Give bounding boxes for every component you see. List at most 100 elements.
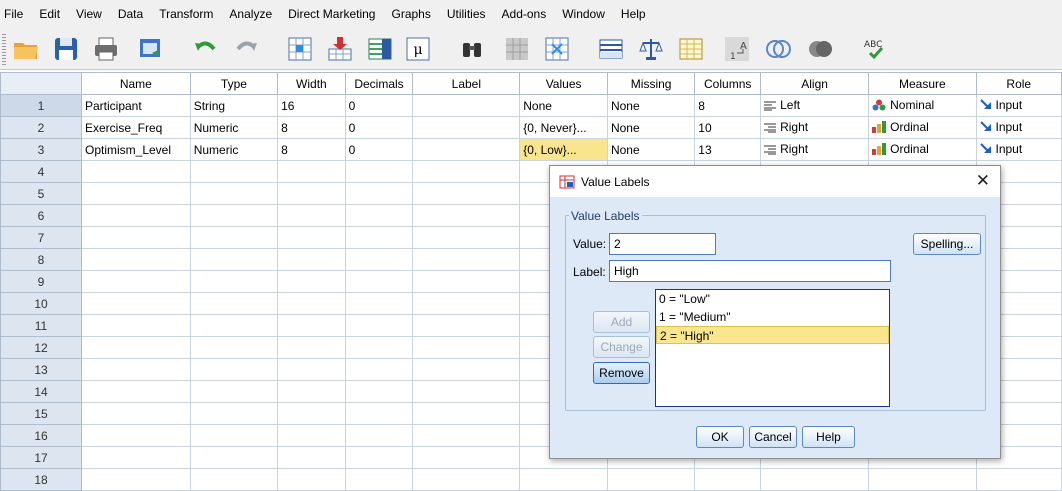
menu-direct-marketing[interactable]: Direct Marketing: [288, 7, 375, 21]
empty-cell[interactable]: [277, 226, 346, 249]
descriptive-stats-icon[interactable]: μ: [404, 35, 432, 63]
cell-values[interactable]: None: [519, 94, 608, 117]
empty-cell[interactable]: [80, 358, 191, 381]
list-item[interactable]: 1 = "Medium": [656, 308, 889, 326]
empty-cell[interactable]: [344, 248, 414, 271]
column-header-role[interactable]: Role: [975, 72, 1062, 95]
undo-icon[interactable]: [192, 35, 220, 63]
spelling-button[interactable]: Spelling...: [913, 233, 981, 255]
empty-cell[interactable]: [412, 226, 521, 249]
empty-cell[interactable]: [277, 424, 346, 447]
empty-cell[interactable]: [412, 160, 521, 183]
column-header-decimals[interactable]: Decimals: [344, 72, 414, 95]
empty-cell[interactable]: [80, 380, 191, 403]
column-header-label[interactable]: Label: [412, 72, 521, 95]
empty-cell[interactable]: [80, 292, 191, 315]
cell-decimals[interactable]: 0: [344, 138, 414, 161]
empty-cell[interactable]: [80, 336, 191, 359]
spelling-icon[interactable]: ABC: [862, 35, 890, 63]
row-number[interactable]: 10: [0, 292, 82, 315]
empty-cell[interactable]: [344, 204, 414, 227]
cell-width[interactable]: 16: [277, 94, 346, 117]
goto-case-icon[interactable]: [286, 35, 314, 63]
grid-corner[interactable]: [0, 72, 82, 95]
empty-cell[interactable]: [189, 446, 279, 469]
empty-cell[interactable]: [344, 270, 414, 293]
find-icon[interactable]: [458, 35, 486, 63]
split-file-icon[interactable]: [597, 35, 625, 63]
empty-cell[interactable]: [344, 314, 414, 337]
empty-cell[interactable]: [80, 226, 191, 249]
column-header-measure[interactable]: Measure: [868, 72, 977, 95]
value-labels-icon[interactable]: A1: [723, 35, 751, 63]
row-number[interactable]: 17: [0, 446, 82, 469]
menu-view[interactable]: View: [76, 7, 102, 21]
empty-cell[interactable]: [412, 424, 521, 447]
empty-cell[interactable]: [189, 380, 279, 403]
empty-cell[interactable]: [344, 358, 414, 381]
insert-cases-icon[interactable]: [503, 35, 531, 63]
empty-cell[interactable]: [412, 292, 521, 315]
empty-cell[interactable]: [412, 446, 521, 469]
empty-cell[interactable]: [80, 270, 191, 293]
empty-cell[interactable]: [975, 468, 1062, 491]
cell-align[interactable]: Right: [760, 116, 870, 139]
cell-values-selected[interactable]: {0, Low}...: [519, 138, 608, 161]
empty-cell[interactable]: [344, 336, 414, 359]
menu-file[interactable]: File: [4, 7, 23, 21]
empty-cell[interactable]: [80, 468, 191, 491]
cell-type[interactable]: String: [189, 94, 279, 117]
empty-cell[interactable]: [189, 314, 279, 337]
cell-columns[interactable]: 8: [694, 94, 762, 117]
menu-transform[interactable]: Transform: [159, 7, 213, 21]
empty-cell[interactable]: [277, 204, 346, 227]
empty-cell[interactable]: [412, 380, 521, 403]
column-header-missing[interactable]: Missing: [606, 72, 696, 95]
cell-measure[interactable]: Nominal: [868, 94, 977, 117]
label-input[interactable]: High: [609, 260, 891, 282]
empty-cell[interactable]: [189, 182, 279, 205]
empty-cell[interactable]: [760, 468, 870, 491]
cell-measure[interactable]: Ordinal: [868, 116, 977, 139]
print-icon[interactable]: [92, 35, 120, 63]
empty-cell[interactable]: [80, 446, 191, 469]
empty-cell[interactable]: [277, 336, 346, 359]
empty-cell[interactable]: [412, 314, 521, 337]
menu-utilities[interactable]: Utilities: [447, 7, 486, 21]
empty-cell[interactable]: [344, 424, 414, 447]
empty-cell[interactable]: [189, 468, 279, 491]
empty-cell[interactable]: [189, 160, 279, 183]
cell-type[interactable]: Numeric: [189, 116, 279, 139]
add-button[interactable]: Add: [593, 311, 650, 333]
goto-variable-icon[interactable]: [326, 35, 354, 63]
menu-analyze[interactable]: Analyze: [229, 7, 272, 21]
row-number[interactable]: 12: [0, 336, 82, 359]
row-number[interactable]: 2: [0, 116, 82, 139]
empty-cell[interactable]: [277, 292, 346, 315]
menu-window[interactable]: Window: [562, 7, 605, 21]
value-labels-list[interactable]: 0 = "Low" 1 = "Medium" 2 = "High": [655, 289, 890, 407]
column-header-width[interactable]: Width: [277, 72, 346, 95]
empty-cell[interactable]: [519, 468, 608, 491]
empty-cell[interactable]: [277, 380, 346, 403]
empty-cell[interactable]: [412, 358, 521, 381]
empty-cell[interactable]: [344, 446, 414, 469]
change-button[interactable]: Change: [593, 336, 650, 358]
cell-values[interactable]: {0, Never}...: [519, 116, 608, 139]
empty-cell[interactable]: [868, 468, 977, 491]
empty-cell[interactable]: [344, 380, 414, 403]
empty-cell[interactable]: [277, 402, 346, 425]
cell-measure[interactable]: Ordinal: [868, 138, 977, 161]
toolbar-grip[interactable]: [2, 34, 6, 66]
empty-cell[interactable]: [80, 182, 191, 205]
empty-cell[interactable]: [80, 204, 191, 227]
empty-cell[interactable]: [277, 160, 346, 183]
close-icon[interactable]: ✕: [976, 171, 990, 191]
row-number[interactable]: 18: [0, 468, 82, 491]
column-header-columns[interactable]: Columns: [694, 72, 762, 95]
empty-cell[interactable]: [80, 314, 191, 337]
column-header-align[interactable]: Align: [760, 72, 870, 95]
cancel-button[interactable]: Cancel: [749, 426, 797, 448]
cell-missing[interactable]: None: [606, 94, 696, 117]
empty-cell[interactable]: [344, 182, 414, 205]
